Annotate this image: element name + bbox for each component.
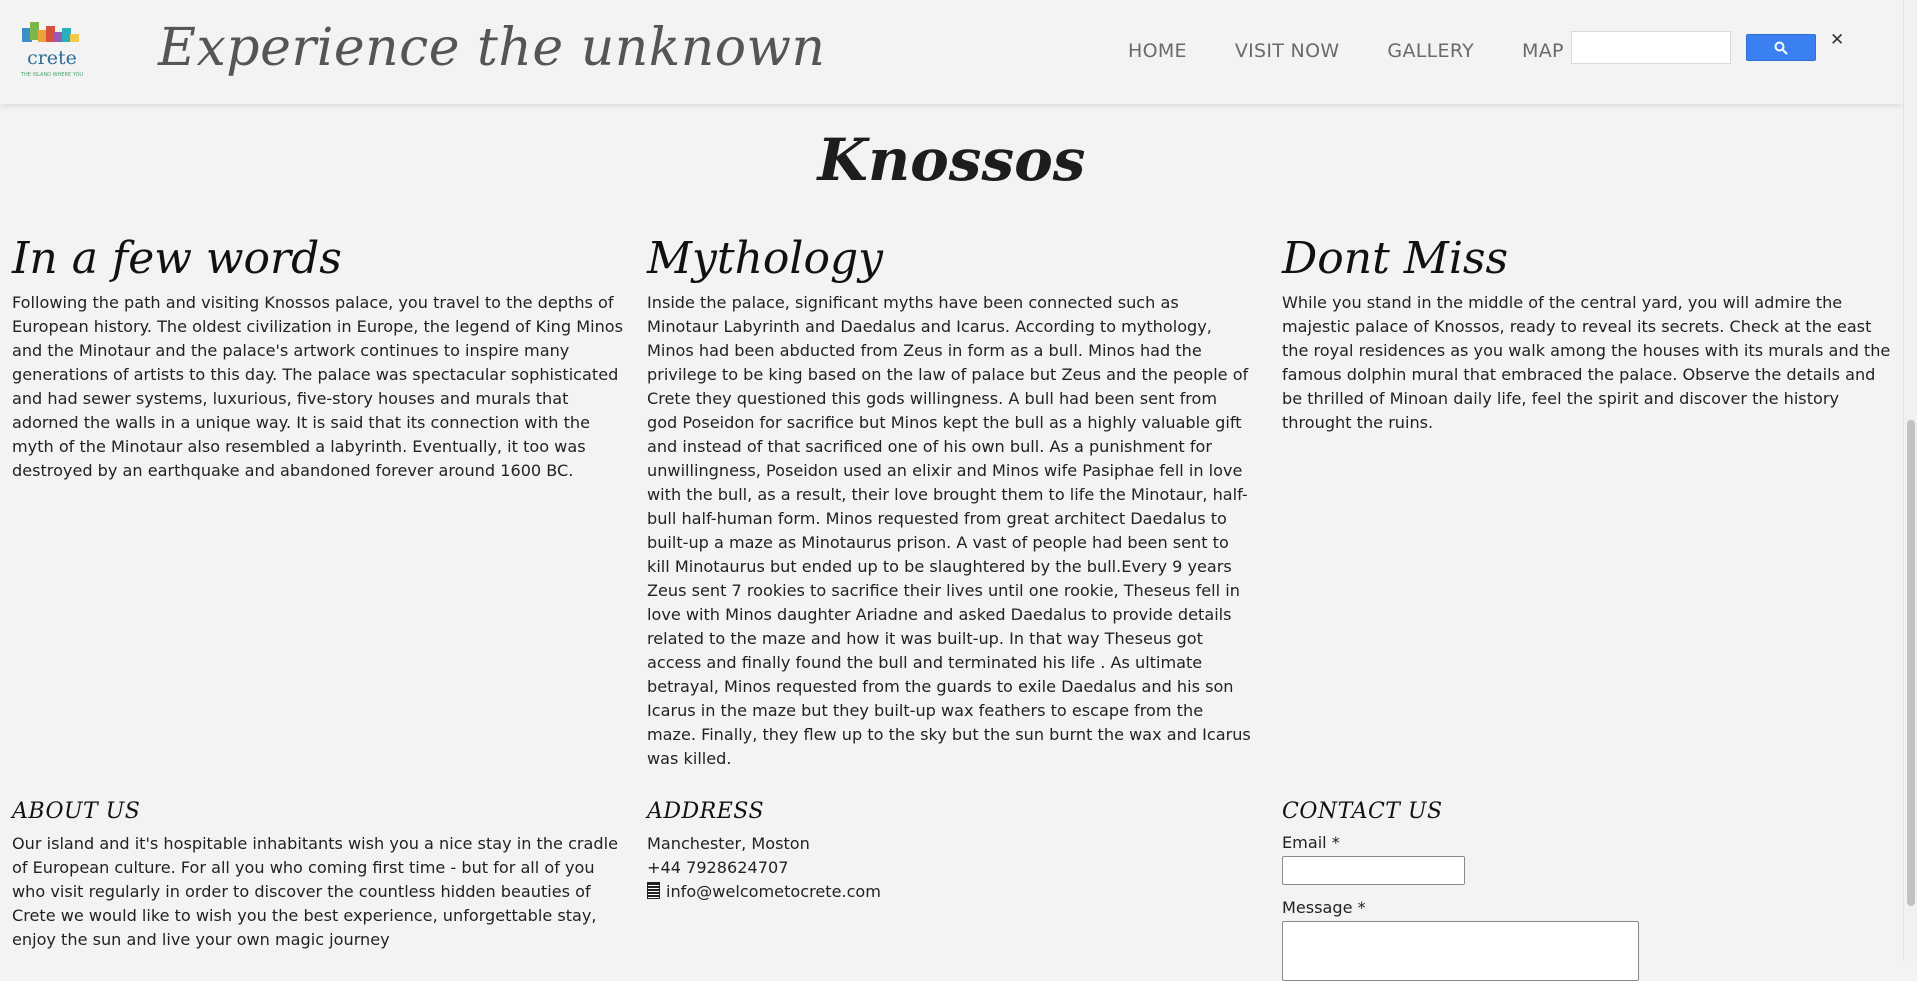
main-nav: HOME VISIT NOW GALLERY MAP [1128,40,1564,62]
address-city: Manchester, Moston [647,834,810,853]
site-header: crete THE ISLAND WHERE YOU Experience th… [0,0,1903,104]
site-tagline: Experience the unknown [158,18,826,78]
nav-home[interactable]: HOME [1128,40,1187,62]
section-heading: Mythology [647,233,884,284]
nav-visit-now[interactable]: VISIT NOW [1235,40,1340,62]
about-text: Our island and it's hospitable inhabitan… [12,834,618,949]
nav-gallery[interactable]: GALLERY [1387,40,1474,62]
section-heading: In a few words [12,233,342,284]
address-phone: +44 7928624707 [647,858,789,877]
search-icon [1774,41,1788,54]
email-label: Email * [1282,833,1340,852]
footer-about: ABOUT US Our island and it's hospitable … [12,796,627,952]
close-icon[interactable]: ✕ [1830,30,1844,50]
mail-icon [647,882,660,899]
footer-heading: ADDRESS [647,799,765,824]
nav-map[interactable]: MAP [1522,40,1564,62]
section-dont-miss: Dont Miss While you stand in the middle … [1282,230,1892,435]
svg-text:THE ISLAND WHERE YOU: THE ISLAND WHERE YOU [20,72,84,78]
footer-heading: CONTACT US [1282,799,1443,824]
footer-address: ADDRESS Manchester, Moston +44 792862470… [647,796,1127,904]
section-text: While you stand in the middle of the cen… [1282,293,1891,432]
scrollbar-thumb[interactable] [1907,420,1915,906]
message-field[interactable] [1282,921,1639,981]
footer-heading: ABOUT US [12,799,141,824]
search-input[interactable] [1571,31,1731,64]
address-email[interactable]: info@welcometocrete.com [666,882,881,901]
footer-contact: CONTACT US Email * Message * [1282,796,1802,981]
section-mythology: Mythology Inside the palace, significant… [647,230,1251,771]
crete-logo[interactable]: crete THE ISLAND WHERE YOU [18,18,86,86]
search-button[interactable] [1746,34,1816,61]
vertical-scrollbar[interactable] [1903,0,1917,961]
address-email-row: info@welcometocrete.com [647,880,1127,904]
section-text: Inside the palace, significant myths hav… [647,293,1251,768]
section-heading: Dont Miss [1282,233,1509,284]
svg-text:crete: crete [27,47,77,69]
email-field[interactable] [1282,856,1465,885]
page-title: Knossos [817,126,1086,194]
section-in-a-few-words: In a few words Following the path and vi… [12,230,627,483]
message-label: Message * [1282,898,1366,917]
section-text: Following the path and visiting Knossos … [12,293,624,480]
